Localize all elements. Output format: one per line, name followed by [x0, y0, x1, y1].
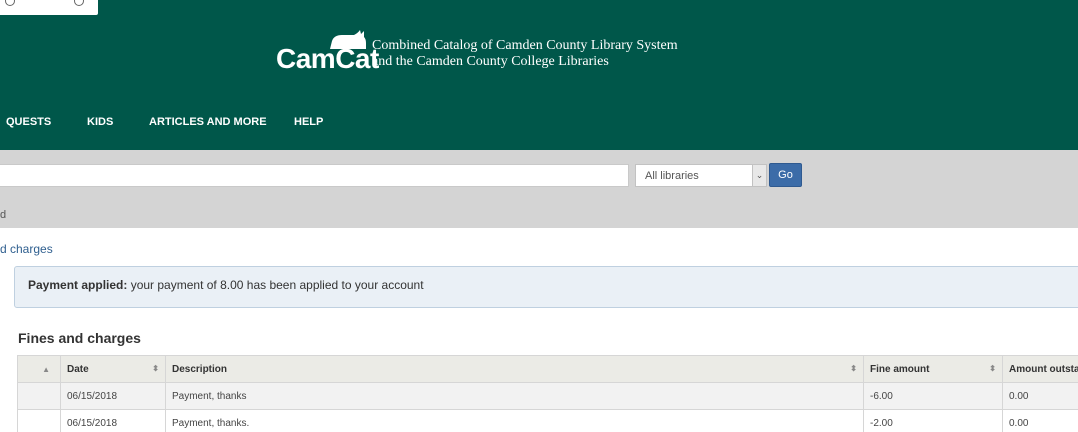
corner-widget[interactable]	[0, 0, 98, 15]
table-row: 06/15/2018 Payment, thanks. -2.00 0.00	[17, 409, 1078, 432]
table-header-row: ▲ Date ⬍ Description ⬍ Fine amount ⬍ Amo…	[17, 355, 1078, 383]
sort-icon: ⬍	[850, 363, 857, 373]
logo-wordmark: CamCat	[276, 43, 379, 74]
cell-amount-outstanding: 0.00	[1002, 382, 1078, 410]
cell-amount-outstanding: 0.00	[1002, 409, 1078, 432]
nav-item-kids[interactable]: KIDS	[87, 116, 113, 128]
column-header-amount-outstanding[interactable]: Amount outsta	[1002, 355, 1078, 383]
library-select-value: All libraries	[645, 170, 699, 182]
column-label-date: Date	[67, 363, 89, 375]
nav-item-requests[interactable]: QUESTS	[6, 116, 51, 128]
tagline-line-2: and the Camden County College Libraries	[372, 54, 609, 69]
row-select-cell	[17, 409, 61, 432]
corner-knob-icon	[74, 0, 84, 6]
corner-knob-icon	[5, 0, 15, 6]
sort-ascending-icon: ▲	[42, 364, 50, 374]
sort-icon: ⬍	[152, 363, 159, 373]
section-title: Fines and charges	[18, 330, 141, 346]
breadcrumb-fragment[interactable]: d	[0, 209, 6, 221]
camcat-logo[interactable]: CamCat	[276, 30, 379, 73]
column-label-amount-outstanding: Amount outsta	[1009, 363, 1078, 375]
search-bar: All libraries ⌄ Go d	[0, 150, 1078, 228]
cell-fine-amount: -6.00	[863, 382, 1003, 410]
cell-date: 06/15/2018	[60, 382, 166, 410]
cell-fine-amount: -2.00	[863, 409, 1003, 432]
cell-description: Payment, thanks.	[165, 409, 864, 432]
chevron-down-icon: ⌄	[752, 165, 766, 186]
column-label-fine-amount: Fine amount	[870, 363, 930, 375]
nav-item-articles-and-more[interactable]: ARTICLES AND MORE	[149, 116, 267, 128]
cell-description: Payment, thanks	[165, 382, 864, 410]
fines-table: ▲ Date ⬍ Description ⬍ Fine amount ⬍ Amo…	[17, 355, 1078, 432]
column-header-description[interactable]: Description ⬍	[165, 355, 864, 383]
go-button[interactable]: Go	[769, 163, 802, 187]
site-tagline: Combined Catalog of Camden County Librar…	[372, 38, 678, 70]
row-select-cell	[17, 382, 61, 410]
alert-title: Payment applied:	[28, 278, 128, 292]
cell-date: 06/15/2018	[60, 409, 166, 432]
fines-and-charges-link[interactable]: d charges	[0, 242, 53, 256]
tagline-line-1: Combined Catalog of Camden County Librar…	[372, 38, 678, 53]
site-header: CamCat Combined Catalog of Camden County…	[0, 0, 1078, 150]
column-header-fine-amount[interactable]: Fine amount ⬍	[863, 355, 1003, 383]
alert-message: your payment of 8.00 has been applied to…	[130, 278, 424, 292]
table-row: 06/15/2018 Payment, thanks -6.00 0.00	[17, 382, 1078, 410]
column-label-description: Description	[172, 363, 228, 375]
payment-alert: Payment applied: your payment of 8.00 ha…	[14, 266, 1078, 308]
alert-text: Payment applied: your payment of 8.00 ha…	[28, 278, 424, 292]
column-header-date[interactable]: Date ⬍	[60, 355, 166, 383]
select-column-header[interactable]: ▲	[17, 355, 61, 383]
sort-icon: ⬍	[989, 363, 996, 373]
library-select[interactable]: All libraries ⌄	[635, 164, 767, 187]
search-input[interactable]	[0, 164, 629, 187]
nav-item-help[interactable]: HELP	[294, 116, 323, 128]
